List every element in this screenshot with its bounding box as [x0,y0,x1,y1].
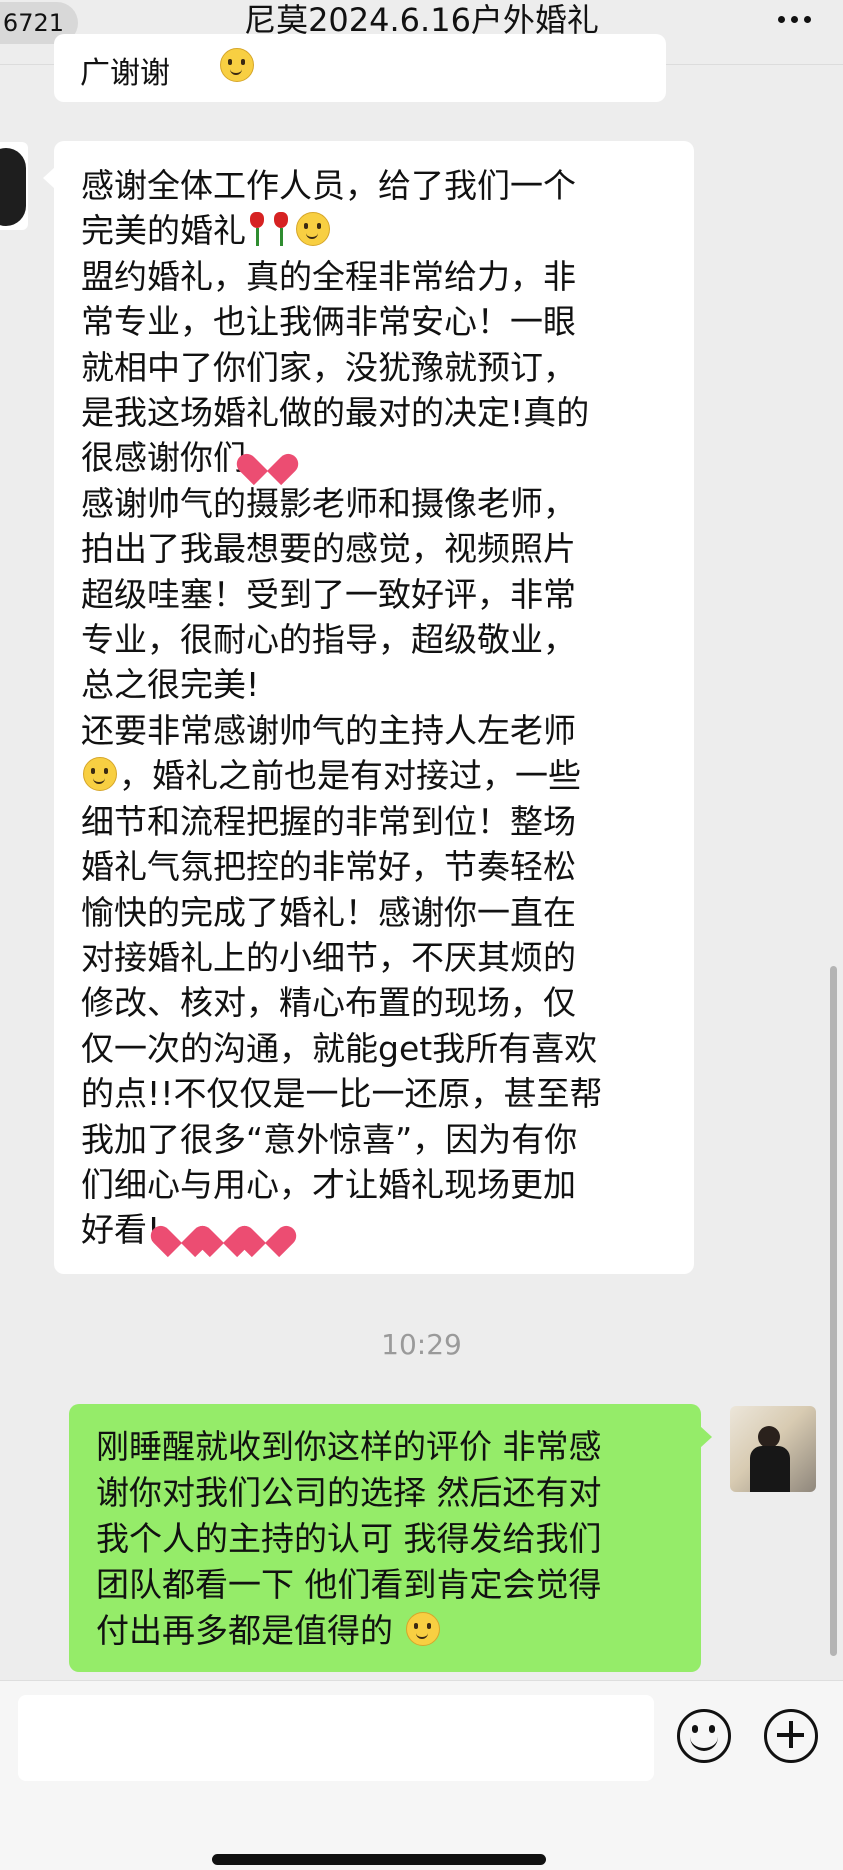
message-line: 仅一次的沟通，就能get我所有喜欢 [81,1028,598,1068]
message-line: 们细心与用心，才让婚礼现场更加 [81,1164,576,1204]
message-line: 我个人的主持的认可 我得发给我们 [96,1519,602,1558]
heart-icon [248,437,286,473]
home-indicator[interactable] [212,1854,546,1865]
message-line: 还要非常感谢帅气的主持人左老师 [81,710,576,750]
message-line: 团队都看一下 他们看到肯定会觉得 [96,1565,602,1604]
message-line: 修改、核对，精心布置的现场，仅 [81,983,576,1023]
plus-icon[interactable] [764,1709,818,1763]
message-line: 细节和流程把握的非常到位！整场 [81,801,576,841]
face-icon [296,212,330,247]
sent-message-bubble[interactable]: 刚睡醒就收到你这样的评价 非常感 谢你对我们公司的选择 然后还有对 我个人的主持… [69,1404,712,1672]
contact-avatar[interactable] [0,142,28,230]
message-line: 感谢全体工作人员，给了我们一个 [81,166,576,205]
received-message-bubble[interactable]: 感谢全体工作人员，给了我们一个 完美的婚礼 盟约婚礼，真的全程非常给力，非 常专… [43,141,694,1274]
message-line: 盟约婚礼，真的全程非常给力，非 [81,256,576,296]
message-line: 对接婚礼上的小细节，不厌其烦的 [81,937,576,977]
message-line: 的点!!不仅仅是一比一还原，甚至帮 [81,1074,603,1114]
message-line: 付出再多都是值得的 [96,1608,679,1654]
message-line: ，婚礼之前也是有对接过，一些 [81,753,668,798]
scrollbar[interactable] [830,966,837,1656]
message-timestamp: 10:29 [381,1328,462,1361]
rose-icon [246,210,270,248]
face-icon [220,48,254,82]
message-line: 愉快的完成了婚礼！感谢你一直在 [81,892,576,932]
message-line: 是我这场婚礼做的最对的决定!真的 [81,393,590,433]
message-line: 拍出了我最想要的感觉，视频照片 [81,529,576,569]
heart-icon [246,1209,284,1245]
user-avatar[interactable] [730,1406,816,1492]
message-input[interactable] [18,1695,654,1781]
message-line: 超级哇塞！受到了一致好评，非常 [81,574,576,614]
message-line: 我加了很多“意外惊喜”，因为有你 [81,1119,578,1159]
message-line: 总之很完美! [81,665,260,705]
message-line: 好看! [81,1207,668,1252]
message-line: 刚睡醒就收到你这样的评价 非常感 [96,1427,602,1466]
face-icon [83,757,117,792]
message-line: 专业，很耐心的指导，超级敬业， [81,620,576,660]
more-icon[interactable] [775,8,819,28]
message-line: 完美的婚礼 [81,208,668,253]
input-bar [0,1680,843,1870]
previous-message-text: 广谢谢 [80,56,170,91]
message-line: 感谢帅气的摄影老师和摄像老师， [81,483,576,523]
face-icon [405,1612,440,1646]
previous-message-bubble[interactable]: 广谢谢 [54,34,666,102]
emoji-icon[interactable] [677,1709,731,1763]
message-line: 常专业，也让我俩非常安心！一眼 [81,302,576,342]
message-line: 就相中了你们家，没犹豫就预订， [81,347,576,387]
message-line: 谢你对我们公司的选择 然后还有对 [96,1473,602,1512]
message-line: 婚礼气氛把控的非常好，节奏轻松 [81,847,576,887]
message-line: 很感谢你们 [81,435,668,480]
rose-icon [270,210,294,248]
